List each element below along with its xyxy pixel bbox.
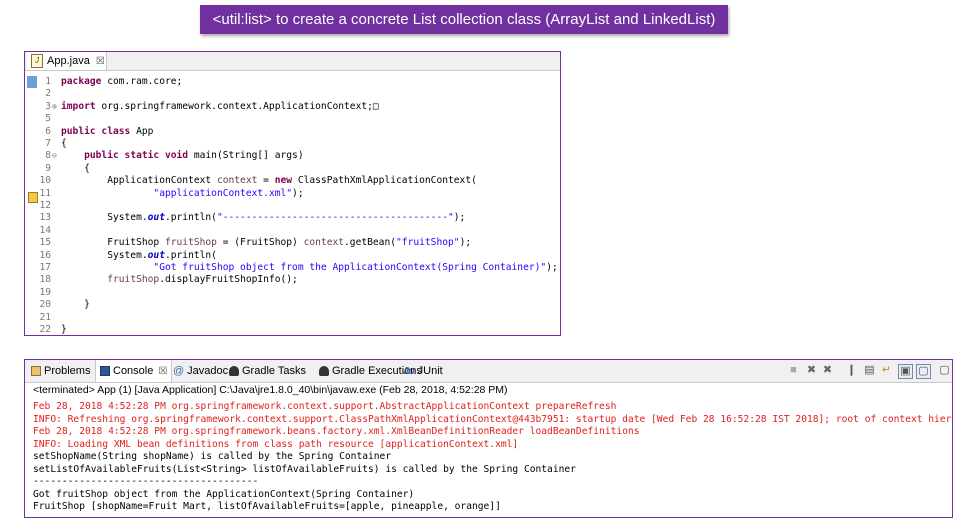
tab-problems-label: Problems (44, 365, 91, 377)
line-number: 17 (39, 262, 51, 273)
line-number: 15 (39, 237, 51, 249)
line-number: 18 (39, 274, 51, 286)
console-line: setListOfAvailableFruits(List<String> li… (33, 463, 576, 475)
console-tab-bar: Problems Console ☒ @ Javadoc Gradle Task… (25, 360, 952, 383)
close-icon[interactable]: ☒ (96, 56, 105, 67)
line-number: 22 (39, 324, 51, 335)
line-number: 2 (45, 88, 51, 100)
line-number: 9 (45, 162, 51, 174)
show-console-icon[interactable]: ▣ (898, 364, 913, 379)
line-number: 11 (39, 187, 51, 199)
tab-console-label: Console (113, 365, 154, 377)
pin-console-icon[interactable]: ▢ (916, 364, 931, 379)
terminate-icon[interactable]: ■ (787, 364, 800, 377)
tab-app-java[interactable]: J App.java ☒ (27, 52, 107, 70)
code-text: import org.springframework.context.Appli… (61, 100, 379, 112)
code-text: { (61, 138, 67, 149)
code-text: System.out.println("--------------------… (61, 212, 466, 224)
problems-icon (31, 366, 41, 376)
line-number: 21 (39, 311, 51, 323)
console-line: --------------------------------------- (33, 476, 259, 487)
console-close-icon[interactable]: ☒ (158, 366, 167, 377)
tab-javadoc[interactable]: @ Javadoc (173, 360, 228, 382)
tab-gradle-tasks-label: Gradle Tasks (242, 365, 306, 377)
console-line: Feb 28, 2018 4:52:28 PM org.springframew… (33, 401, 617, 412)
line-number: 16 (39, 249, 51, 261)
remove-all-launches-icon[interactable]: ✖ (821, 364, 834, 377)
code-text: public static void main(String[] args) (84, 150, 304, 162)
code-text: FruitShop fruitShop = (FruitShop) contex… (61, 237, 472, 249)
word-wrap-icon[interactable]: ↵ (880, 364, 893, 377)
code-text: System.out.println( (61, 249, 217, 261)
tab-console[interactable]: Console ☒ (95, 360, 173, 382)
process-status: <terminated> App (1) [Java Application] … (33, 384, 508, 396)
console-line: FruitShop [shopName=Fruit Mart, listOfAv… (33, 501, 501, 512)
open-console-icon[interactable]: ▢ (938, 364, 951, 377)
java-file-icon: J (31, 54, 43, 68)
code-area[interactable]: 1 package com.ram.core; 2 3 ⊕ import org.spri… (25, 71, 560, 335)
fold-toggle-icon[interactable]: ⊖ (52, 150, 57, 162)
clear-console-icon[interactable]: ❙ (845, 364, 858, 377)
line-number: 7 (45, 138, 51, 149)
editor-tab-bar: J App.java ☒ (25, 52, 560, 71)
console-view: Problems Console ☒ @ Javadoc Gradle Task… (24, 359, 953, 518)
code-text: { (61, 162, 90, 174)
code-text: "Got fruitShop object from the Applicati… (153, 262, 558, 273)
line-number: 3 (45, 100, 51, 112)
code-text: } (61, 324, 67, 335)
remove-launch-icon[interactable]: ✖ (805, 364, 818, 377)
console-line: INFO: Refreshing org.springframework.con… (33, 413, 953, 425)
console-line: Feb 28, 2018 4:52:28 PM org.springframew… (33, 426, 640, 437)
line-number: 20 (39, 299, 51, 311)
line-number: 12 (39, 200, 51, 211)
scroll-lock-icon[interactable]: ▤ (863, 364, 876, 377)
console-line: setShopName(String shopName) is called b… (33, 451, 392, 462)
code-text: package com.ram.core; (61, 76, 183, 87)
gradle-icon (319, 366, 329, 376)
line-number: 13 (39, 212, 51, 224)
tab-junit[interactable]: Ju JUnit (403, 360, 443, 382)
tab-label: App.java (47, 55, 90, 67)
tab-gradle-tasks[interactable]: Gradle Tasks (229, 360, 306, 382)
tab-problems[interactable]: Problems (31, 360, 90, 382)
at-icon: @ (173, 365, 185, 377)
line-number: 8 (45, 150, 51, 162)
code-text: public class App (61, 125, 154, 137)
console-line: INFO: Loading XML bean definitions from … (33, 438, 519, 450)
tab-javadoc-label: Javadoc (187, 365, 229, 377)
title-banner: <util:list> to create a concrete List co… (200, 5, 728, 34)
tab-junit-label: JUnit (417, 365, 443, 377)
code-text: ApplicationContext context = new ClassPa… (61, 175, 477, 187)
code-text: fruitShop.displayFruitShopInfo(); (107, 274, 298, 286)
line-number: 5 (45, 113, 51, 125)
junit-icon: Ju (403, 365, 415, 377)
line-number: 6 (45, 125, 51, 137)
console-line: Got fruitShop object from the Applicatio… (33, 488, 415, 500)
line-number: 14 (39, 224, 51, 236)
line-number: 10 (39, 175, 51, 187)
line-number: 1 (45, 76, 51, 87)
code-editor: J App.java ☒ 1 package com.ram.core; 2 3 ⊕ im… (24, 51, 561, 336)
gradle-icon (229, 366, 239, 376)
code-text: "applicationContext.xml"); (153, 187, 304, 199)
console-icon (100, 366, 110, 376)
line-number: 19 (39, 286, 51, 298)
code-text: } (61, 299, 90, 311)
fold-toggle-icon[interactable]: ⊕ (52, 101, 57, 113)
